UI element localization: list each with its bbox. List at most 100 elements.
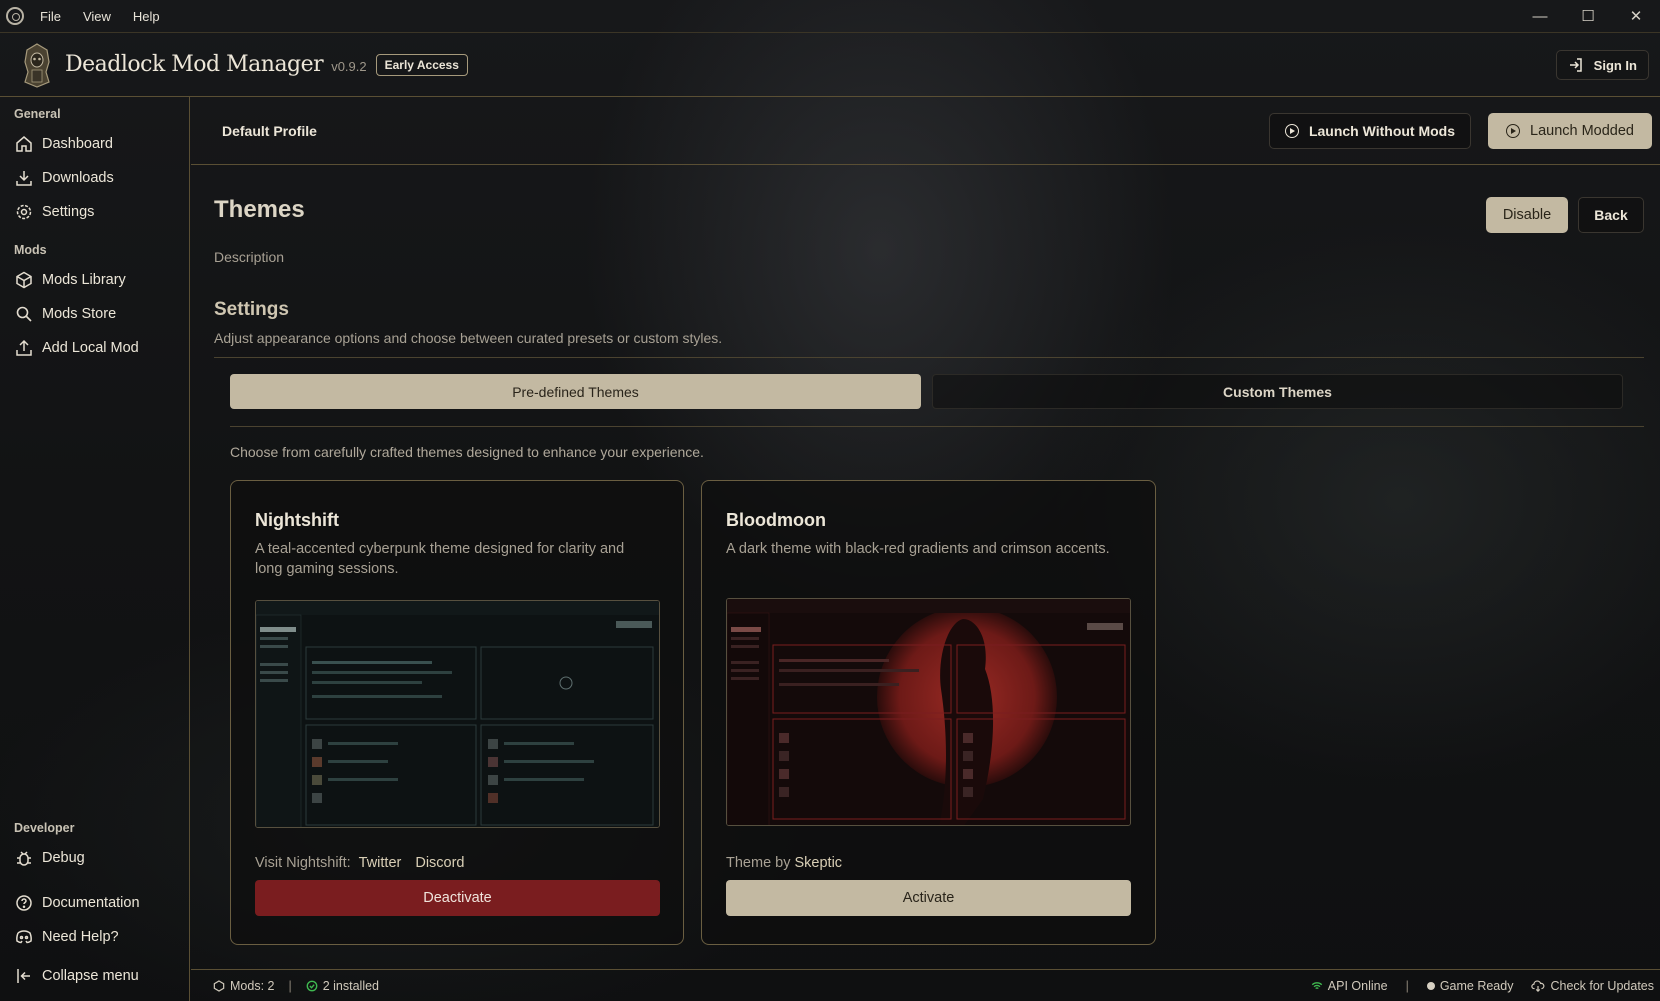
theme-by-label: Theme by	[726, 855, 791, 871]
visit-label: Visit Nightshift:	[255, 855, 351, 871]
cloud-download-icon	[1531, 979, 1545, 992]
sidebar-item-downloads[interactable]: Downloads	[14, 166, 184, 190]
sidebar-item-settings[interactable]: Settings	[14, 200, 184, 224]
separator: |	[1405, 978, 1409, 993]
minimize-icon[interactable]: —	[1516, 0, 1564, 32]
sidebar-item-label: Add Local Mod	[42, 340, 139, 356]
status-dot-icon	[1426, 981, 1435, 990]
sidebar-section-general: General	[14, 107, 61, 121]
author-link[interactable]: Skeptic	[794, 855, 842, 871]
sidebar-item-label: Dashboard	[42, 136, 113, 152]
themes-intro-text: Choose from carefully crafted themes des…	[230, 444, 704, 460]
menu-view[interactable]: View	[83, 9, 111, 24]
app-gear-icon	[6, 7, 24, 25]
collapse-icon	[14, 966, 34, 986]
theme-preview-image	[255, 600, 660, 828]
discord-icon	[14, 927, 34, 947]
sidebar-item-label: Mods Store	[42, 306, 117, 322]
main-content: Default Profile Launch Without Mods Laun…	[191, 97, 1660, 967]
sign-in-button[interactable]: Sign In	[1555, 50, 1649, 80]
sidebar-item-label: Need Help?	[42, 929, 119, 945]
profile-selector[interactable]: Default Profile	[222, 123, 317, 139]
sidebar-item-label: Debug	[42, 850, 85, 866]
launch-modded-button[interactable]: Launch Modded	[1488, 113, 1652, 149]
launch-without-mods-label: Launch Without Mods	[1308, 123, 1456, 139]
game-status-label: Game Ready	[1439, 978, 1514, 993]
api-status: API Online	[1311, 979, 1388, 993]
api-status-label: API Online	[1327, 978, 1388, 993]
check-circle-icon	[306, 980, 318, 991]
package-icon	[14, 270, 34, 290]
theme-name: Bloodmoon	[726, 510, 826, 530]
theme-credit: Theme by Skeptic	[726, 855, 842, 871]
theme-name: Nightshift	[255, 510, 339, 530]
upload-icon	[14, 338, 34, 358]
sidebar-item-mods-store[interactable]: Mods Store	[14, 302, 184, 326]
sidebar-item-mods-library[interactable]: Mods Library	[14, 268, 184, 292]
check-updates-button[interactable]: Check for Updates	[1531, 979, 1654, 993]
sign-in-icon	[1569, 58, 1582, 72]
divider	[214, 357, 1644, 358]
twitter-link[interactable]: Twitter	[359, 855, 402, 871]
close-icon[interactable]: ✕	[1612, 0, 1660, 32]
sidebar-item-add-local-mod[interactable]: Add Local Mod	[14, 336, 184, 360]
theme-card-bloodmoon: Bloodmoon A dark theme with black-red gr…	[701, 480, 1156, 945]
bug-icon	[14, 848, 34, 868]
installed-count-label: 2 installed	[322, 978, 380, 993]
sign-in-label: Sign In	[1593, 57, 1637, 73]
sidebar-item-dashboard[interactable]: Dashboard	[14, 132, 184, 156]
theme-links: Visit Nightshift: Twitter Discord	[255, 855, 465, 871]
window-controls: — ☐ ✕	[1516, 0, 1660, 32]
launch-without-mods-button[interactable]: Launch Without Mods	[1269, 113, 1471, 149]
deadlock-logo-icon	[19, 42, 55, 88]
page-description: Description	[214, 249, 285, 265]
sidebar-item-debug[interactable]: Debug	[14, 846, 184, 870]
deactivate-button[interactable]: Deactivate	[255, 880, 660, 916]
app-header: Deadlock Mod Manager v0.9.2 Early Access…	[0, 32, 1660, 97]
theme-card-nightshift: Nightshift A teal-accented cyberpunk the…	[230, 480, 684, 945]
discord-link[interactable]: Discord	[415, 855, 464, 871]
play-icon	[1506, 124, 1520, 138]
settings-heading: Settings	[214, 299, 289, 320]
sidebar-item-label: Downloads	[42, 170, 114, 186]
divider	[230, 426, 1644, 427]
installed-count: 2 installed	[306, 979, 379, 993]
theme-description: A dark theme with black-red gradients an…	[726, 541, 1110, 557]
sidebar-item-label: Settings	[42, 204, 95, 220]
sidebar-item-documentation[interactable]: Documentation	[14, 891, 184, 915]
back-button[interactable]: Back	[1578, 197, 1644, 233]
menu-file[interactable]: File	[40, 9, 61, 24]
tab-predefined-themes[interactable]: Pre-defined Themes	[230, 374, 921, 409]
sidebar-item-label: Collapse menu	[42, 968, 139, 984]
early-access-badge: Early Access	[375, 53, 468, 76]
tab-custom-themes[interactable]: Custom Themes	[932, 374, 1623, 409]
mods-count: Mods: 2	[213, 979, 274, 993]
gear-icon	[14, 202, 34, 222]
app-window: File View Help — ☐ ✕ Deadlock Mod Manage…	[0, 0, 1660, 1001]
download-icon	[14, 168, 34, 188]
package-icon	[213, 979, 225, 992]
theme-description: A teal-accented cyberpunk theme designed…	[255, 541, 625, 577]
page-title: Themes	[214, 196, 305, 223]
maximize-icon[interactable]: ☐	[1564, 0, 1612, 32]
sidebar-item-label: Mods Library	[42, 272, 126, 288]
help-circle-icon	[14, 893, 34, 913]
disable-button[interactable]: Disable	[1486, 197, 1568, 233]
menu-bar: File View Help	[40, 9, 160, 24]
app-brand-title: Deadlock Mod Manager	[65, 52, 324, 77]
mods-count-label: Mods: 2	[230, 978, 275, 993]
app-version: v0.9.2	[331, 59, 367, 74]
sidebar-section-mods: Mods	[14, 243, 47, 257]
activate-button[interactable]: Activate	[726, 880, 1131, 916]
game-status: Game Ready	[1426, 978, 1514, 993]
launch-modded-label: Launch Modded	[1530, 123, 1634, 139]
check-updates-label: Check for Updates	[1550, 978, 1654, 993]
play-icon	[1284, 124, 1299, 138]
sidebar-section-developer: Developer	[14, 821, 75, 835]
menu-help[interactable]: Help	[133, 9, 160, 24]
search-icon	[14, 304, 34, 324]
sidebar-item-need-help[interactable]: Need Help?	[14, 925, 184, 949]
profile-toolbar: Default Profile Launch Without Mods Laun…	[191, 97, 1660, 165]
sidebar-item-collapse-menu[interactable]: Collapse menu	[14, 964, 184, 988]
settings-subtitle: Adjust appearance options and choose bet…	[214, 330, 723, 346]
